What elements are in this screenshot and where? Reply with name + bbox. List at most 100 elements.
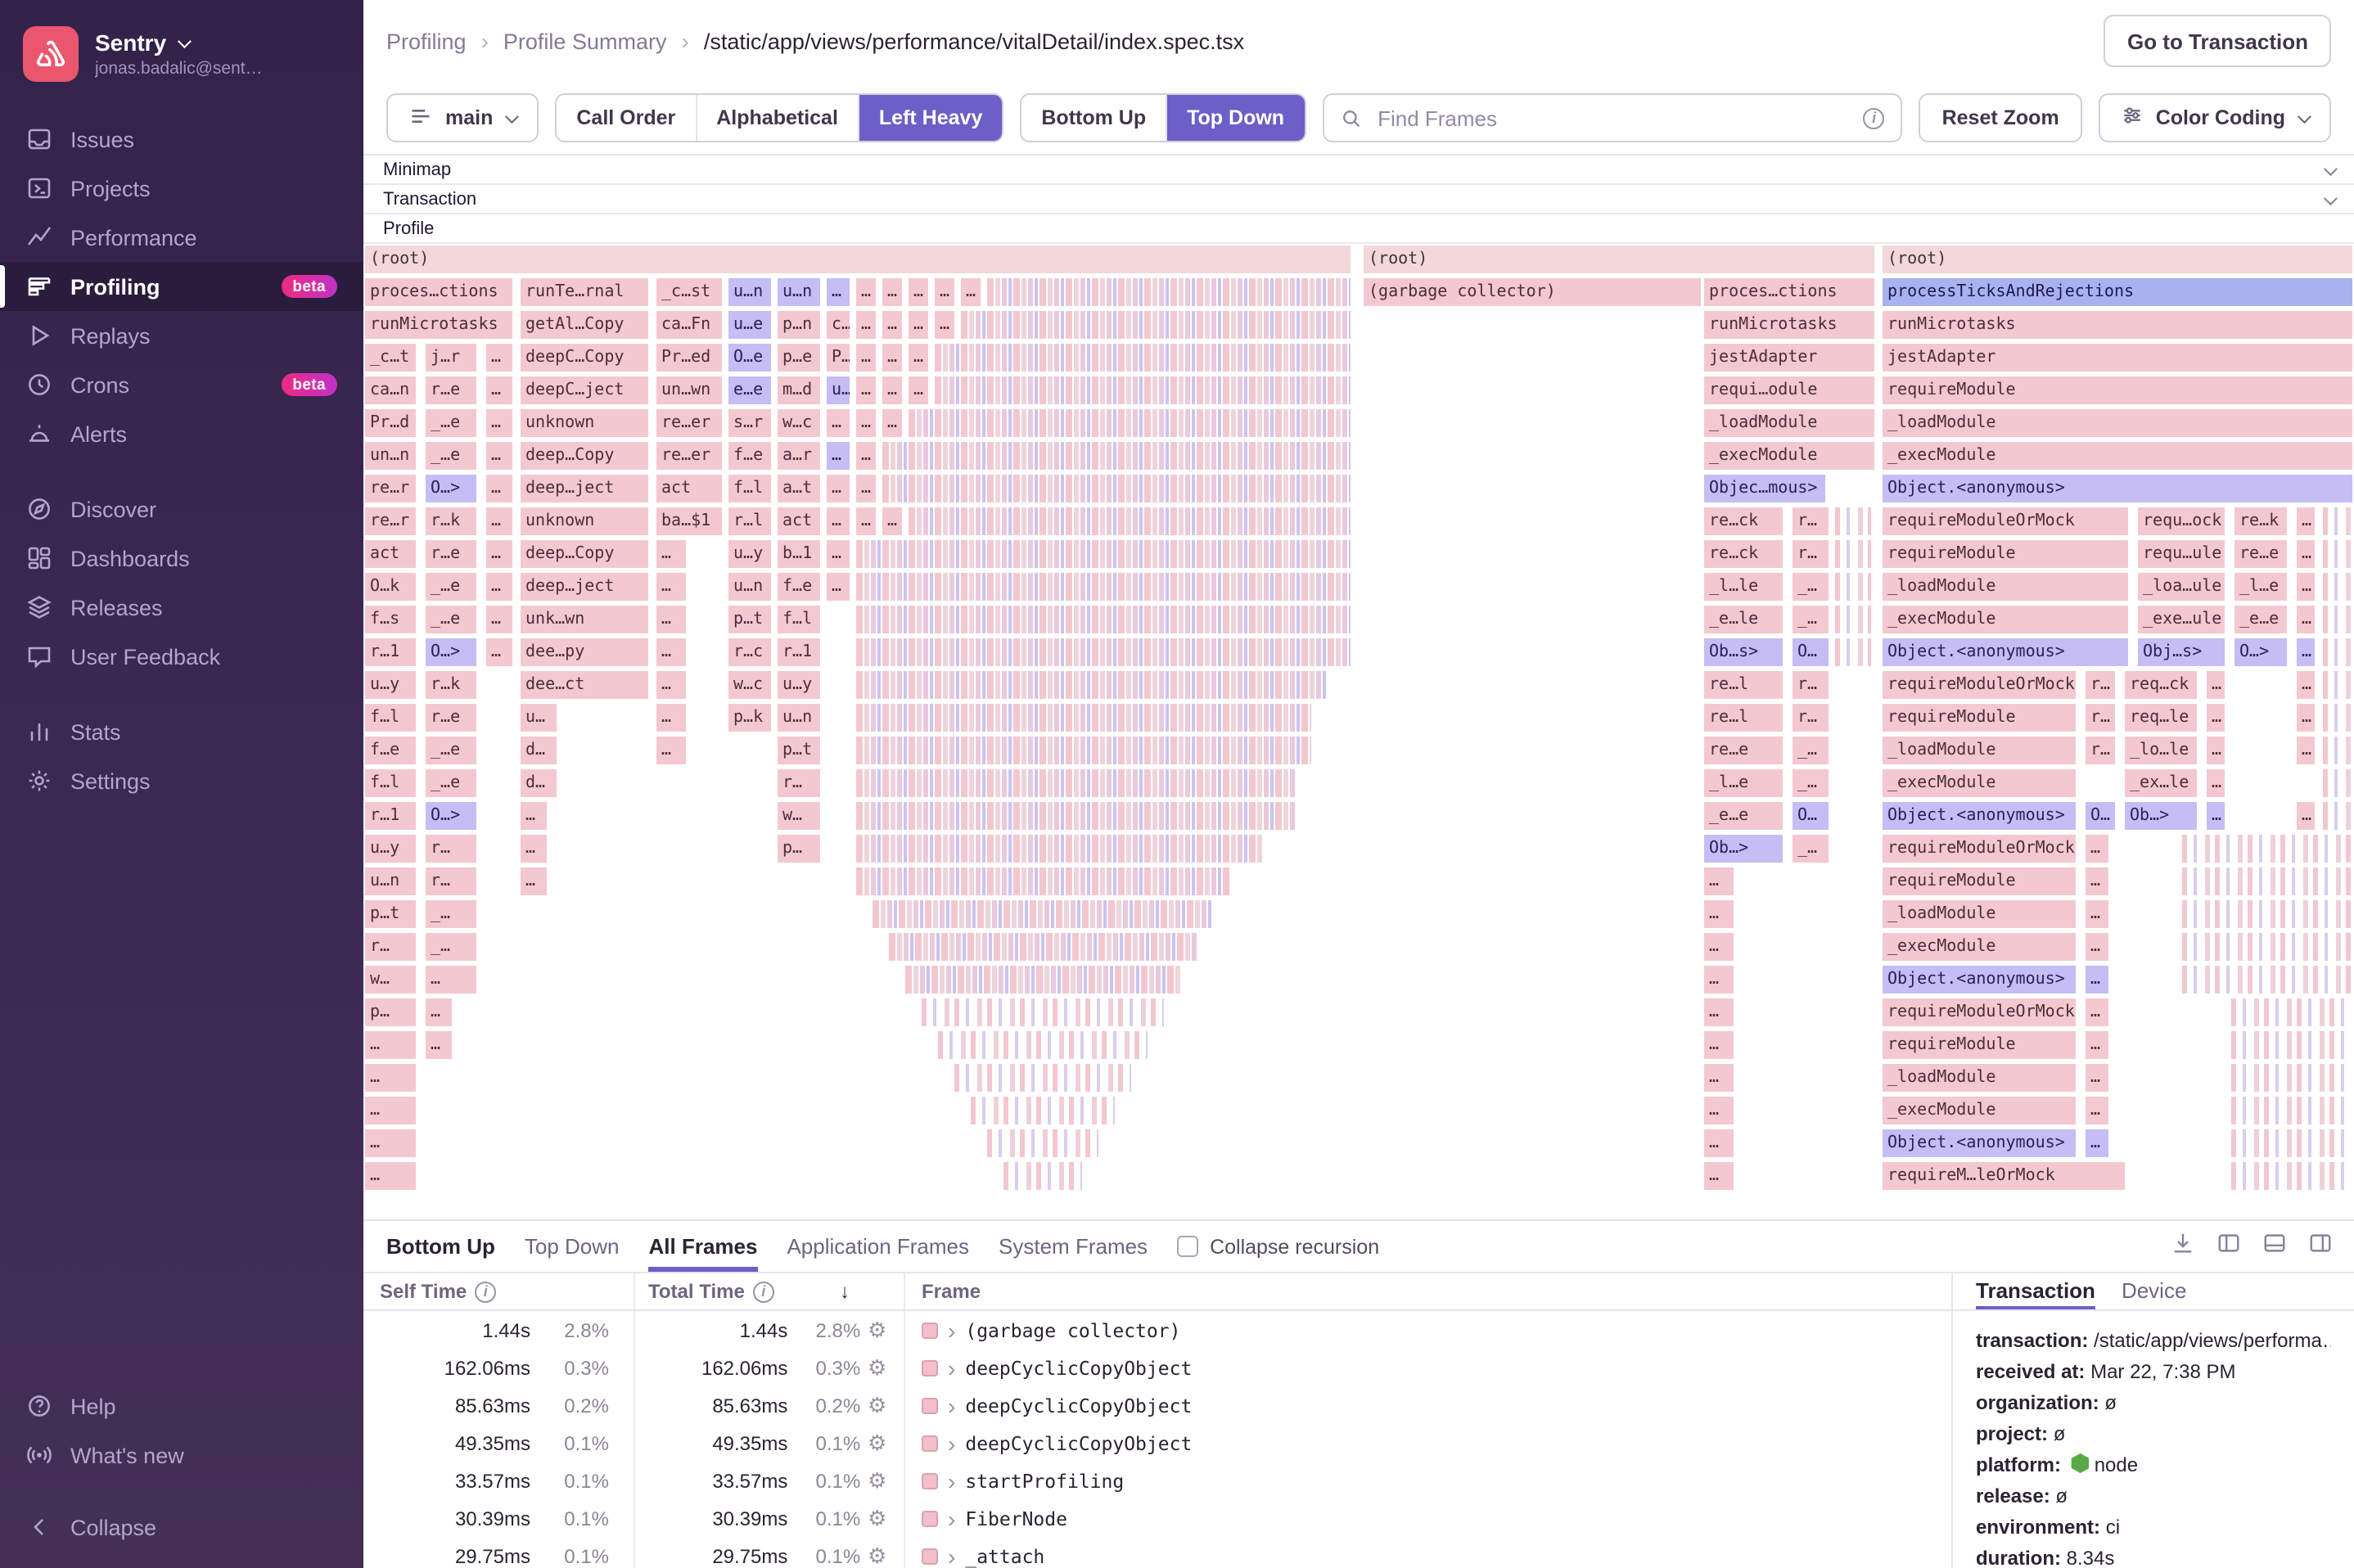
gear-icon[interactable]: ⚙ (860, 1505, 894, 1531)
flame-frame[interactable]: deep…Copy (519, 538, 650, 570)
flame-frame[interactable]: requireModuleOrMock (1881, 669, 2077, 701)
download-icon[interactable] (2171, 1230, 2195, 1263)
flame-frame[interactable]: u…n (727, 277, 773, 308)
flame-frame-cluster[interactable] (855, 800, 1297, 831)
gear-icon[interactable]: ⚙ (860, 1467, 894, 1494)
flame-frame-cluster[interactable] (2230, 1128, 2354, 1159)
flame-frame[interactable]: … (655, 735, 688, 766)
flame-frame[interactable]: _loadModule (1881, 735, 2077, 766)
panel-left-icon[interactable] (2216, 1230, 2241, 1263)
flame-frame[interactable]: m…d (776, 375, 822, 406)
flame-frame[interactable]: proces…ctions (363, 277, 514, 308)
table-row[interactable]: 49.35ms 0.1% 49.35ms 0.1% ⚙ › deepCyclicCopyOb… (363, 1424, 1951, 1462)
flame-frame-cluster[interactable] (1833, 538, 1873, 570)
flame-frame[interactable]: _execModule (1881, 604, 2130, 635)
flame-frame[interactable]: O…> (424, 800, 478, 831)
flame-frame[interactable]: … (2205, 735, 2226, 766)
flame-frame-cluster[interactable] (920, 997, 1166, 1028)
flame-frame[interactable]: … (1702, 1030, 1735, 1061)
flame-frame-cluster[interactable] (855, 702, 1313, 733)
flame-frame[interactable]: … (2084, 866, 2110, 897)
flame-frame[interactable]: requireModule (1881, 375, 2354, 406)
profile-section-header[interactable]: Profile (363, 214, 2354, 244)
flame-frame-cluster[interactable] (2321, 637, 2354, 668)
panel-right-icon[interactable] (2308, 1230, 2333, 1263)
flame-frame-cluster[interactable] (1833, 506, 1873, 537)
flame-frame[interactable]: r…1 (776, 637, 822, 668)
flame-frame[interactable]: a…t (776, 473, 822, 504)
flame-frame[interactable]: _c…st (655, 277, 724, 308)
flame-frame[interactable]: f…s (363, 604, 417, 635)
sidebar-item-discover[interactable]: Discover (0, 484, 363, 534)
flame-frame[interactable]: u…n (776, 277, 822, 308)
flame-frame[interactable]: _c…t (363, 342, 417, 373)
flame-frame[interactable]: re…r (363, 506, 417, 537)
flame-frame[interactable]: r…k (424, 506, 478, 537)
flame-frame[interactable]: r…e (424, 375, 478, 406)
tab-device[interactable]: Device (2122, 1273, 2187, 1309)
sidebar-item-help[interactable]: Help (0, 1381, 363, 1431)
flame-frame[interactable]: runTe…rnal (519, 277, 650, 308)
flame-frame[interactable]: … (2084, 1030, 2110, 1061)
flame-frame[interactable]: req…le (2123, 702, 2198, 733)
tab-application-frames[interactable]: Application Frames (787, 1221, 969, 1272)
flame-frame-cluster[interactable] (2321, 768, 2354, 799)
flame-frame[interactable]: runMicrotasks (1702, 309, 1876, 340)
flame-frame[interactable]: r…e (424, 538, 478, 570)
flame-frame[interactable]: act (776, 506, 822, 537)
flame-frame[interactable]: … (881, 506, 904, 537)
flame-frame[interactable]: re…e (2233, 538, 2289, 570)
flame-frame[interactable]: deep…ject (519, 571, 650, 602)
flame-frame[interactable]: … (959, 277, 982, 308)
flame-frame[interactable]: _e…e (2233, 604, 2289, 635)
flame-frame-cluster[interactable] (2321, 669, 2354, 701)
flame-frame[interactable]: u…y (363, 669, 417, 701)
flame-frame[interactable]: r…l (727, 506, 773, 537)
flame-frame-cluster[interactable] (933, 375, 1352, 406)
table-row[interactable]: 29.75ms 0.1% 29.75ms 0.1% ⚙ › _attach (363, 1537, 1951, 1568)
flame-frame[interactable]: _ex…le (2123, 768, 2198, 799)
flame-frame-cluster[interactable] (1833, 637, 1873, 668)
flame-frame[interactable]: … (485, 473, 514, 504)
flame-frame[interactable]: r…c (727, 637, 773, 668)
flame-frame[interactable]: … (424, 997, 453, 1028)
sidebar-item-crons[interactable]: Crons beta (0, 360, 363, 409)
flame-frame[interactable]: u…e (727, 309, 773, 340)
flame-frame-cluster[interactable] (2180, 866, 2354, 897)
flame-frame[interactable]: r… (424, 866, 478, 897)
flame-frame[interactable]: Object.<anonymous> (1881, 800, 2077, 831)
flame-frame[interactable]: … (363, 1030, 417, 1061)
flame-frame[interactable]: … (855, 375, 877, 406)
flame-frame[interactable]: … (881, 375, 904, 406)
sidebar-item-settings[interactable]: Settings (0, 756, 363, 805)
flame-frame[interactable]: deep…Copy (519, 440, 650, 471)
flame-frame[interactable]: … (825, 440, 851, 471)
flame-frame-cluster[interactable] (1002, 1160, 1084, 1192)
flame-frame[interactable]: … (881, 277, 904, 308)
flame-frame[interactable]: … (881, 342, 904, 373)
flame-frame[interactable]: … (2205, 800, 2226, 831)
flame-frame-cluster[interactable] (959, 309, 1352, 340)
flame-frame[interactable]: w…c (776, 408, 822, 439)
flame-frame[interactable]: w… (363, 964, 417, 995)
flame-frame[interactable]: O…> (424, 473, 478, 504)
tab-top-down[interactable]: Top Down (525, 1221, 620, 1272)
flame-frame[interactable]: r…k (424, 669, 478, 701)
flame-frame-cluster[interactable] (2230, 1030, 2354, 1061)
flamegraph[interactable]: (root) (root) (root) proces…ctions runTe…rna… (363, 244, 2354, 1219)
flame-frame[interactable]: … (485, 440, 514, 471)
flame-frame-cluster[interactable] (2321, 571, 2354, 602)
flame-frame[interactable]: runMicrotasks (1881, 309, 2354, 340)
flame-frame[interactable]: w… (776, 800, 822, 831)
flame-frame-cluster[interactable] (855, 735, 1313, 766)
flame-frame[interactable]: requireModule (1881, 1030, 2077, 1061)
tab-transaction[interactable]: Transaction (1976, 1273, 2095, 1309)
flame-frame[interactable]: _execModule (1881, 1095, 2077, 1126)
flame-frame[interactable]: _… (424, 899, 478, 930)
gear-icon[interactable]: ⚙ (860, 1317, 894, 1343)
flame-frame[interactable]: f…e (776, 571, 822, 602)
flame-frame[interactable]: u…n (363, 866, 417, 897)
expand-chevron-icon[interactable]: › (948, 1507, 955, 1530)
flame-frame[interactable]: u…n (727, 571, 773, 602)
flame-frame[interactable]: … (655, 637, 688, 668)
